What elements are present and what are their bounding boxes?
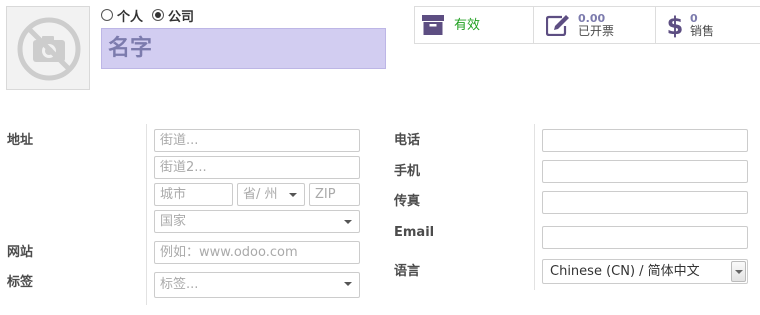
mobile-input[interactable] — [542, 160, 748, 183]
address-label: 地址 — [7, 133, 34, 148]
tags-label: 标签 — [7, 275, 34, 290]
tags-select[interactable]: 标签... — [154, 272, 360, 298]
email-label: Email — [394, 225, 435, 240]
language-label: 语言 — [394, 264, 421, 279]
city-input[interactable]: 城市 — [154, 183, 233, 206]
language-select[interactable]: Chinese (CN) / 简体中文 — [542, 259, 748, 284]
dollar-icon: $ — [668, 12, 682, 38]
website-label: 网站 — [7, 245, 34, 260]
invoiced-text: 0.00 已开票 — [578, 12, 614, 38]
avatar[interactable] — [6, 6, 90, 90]
sales-button[interactable]: $ 0 销售 — [656, 7, 760, 43]
radio-company-dot[interactable] — [152, 9, 165, 21]
camera-off-icon — [17, 17, 81, 81]
edit-icon — [546, 15, 569, 36]
street2-input[interactable]: 街道2... — [154, 156, 360, 179]
country-select[interactable]: 国家 — [154, 210, 360, 233]
language-value: Chinese (CN) / 简体中文 — [550, 264, 700, 279]
website-input[interactable]: 例如：www.odoo.com — [154, 241, 360, 264]
fax-label: 传真 — [394, 194, 421, 209]
phone-label: 电话 — [394, 133, 421, 148]
column-divider-left — [146, 124, 147, 305]
radio-company-label: 公司 — [168, 9, 195, 25]
state-select[interactable]: 省/ 州 — [237, 183, 305, 206]
archive-icon — [422, 15, 444, 35]
radio-individual-label: 个人 — [117, 9, 144, 25]
zip-input[interactable]: ZIP — [309, 183, 360, 206]
radio-individual[interactable]: 个人 — [101, 6, 143, 25]
street-input[interactable]: 街道... — [154, 129, 360, 152]
mobile-label: 手机 — [394, 164, 421, 179]
chevron-down-icon[interactable] — [731, 261, 746, 282]
invoiced-button[interactable]: 0.00 已开票 — [534, 7, 656, 43]
stat-buttons: 有效 0.00 已开票 $ 0 销售 — [414, 6, 760, 44]
radio-company[interactable]: 公司 — [152, 6, 194, 25]
svg-text:$: $ — [668, 12, 682, 38]
active-toggle-button[interactable]: 有效 — [415, 7, 534, 43]
sales-text: 0 销售 — [690, 12, 714, 38]
phone-input[interactable] — [542, 129, 748, 152]
sales-label: 销售 — [690, 24, 715, 38]
partner-type-group: 个人 公司 — [101, 6, 203, 25]
invoiced-label: 已开票 — [578, 24, 615, 38]
radio-individual-dot[interactable] — [101, 9, 113, 21]
email-input[interactable] — [542, 226, 748, 249]
active-label: 有效 — [454, 17, 481, 33]
fax-input[interactable] — [542, 191, 748, 214]
column-divider-right — [534, 124, 535, 290]
name-input[interactable]: 名字 — [101, 28, 386, 69]
